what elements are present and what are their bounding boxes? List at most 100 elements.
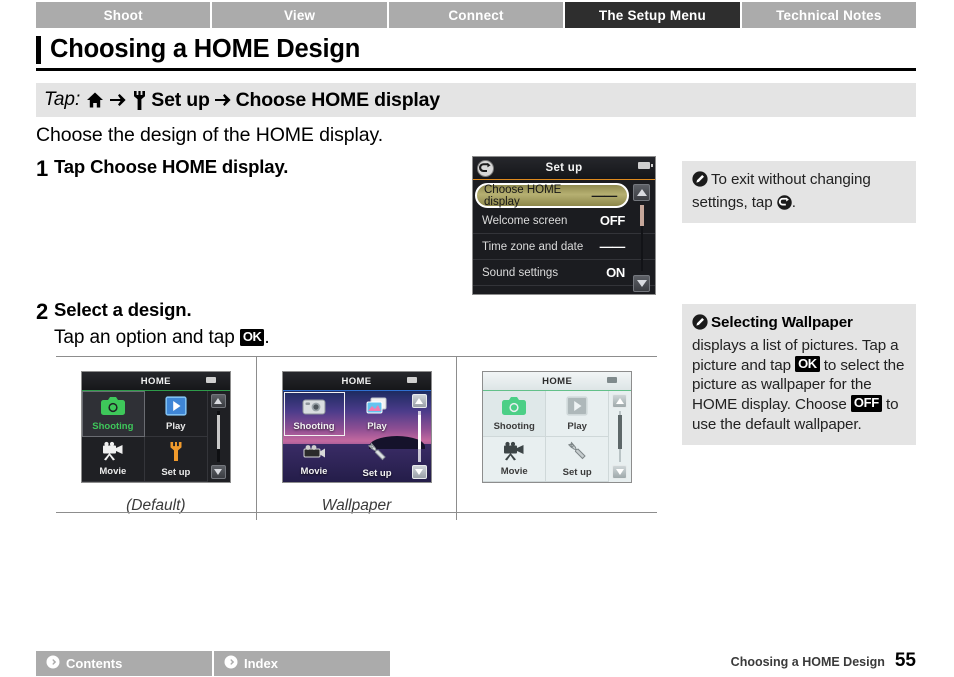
movie-camera-icon <box>501 441 527 464</box>
home-title: HOME <box>542 375 573 387</box>
home-tile-shooting[interactable]: Shooting <box>283 391 346 437</box>
home-tile-grid: Shooting Play Movie Set up <box>283 391 409 482</box>
menu-row-value: —— <box>599 239 626 254</box>
note-selecting-wallpaper: Selecting Wallpaper displays a list of p… <box>682 304 916 445</box>
menu-row-label: Time zone and date <box>482 240 584 253</box>
home-tile-play[interactable]: Play <box>546 391 610 437</box>
footer-contents-button[interactable]: Contents <box>36 651 212 676</box>
tab-view[interactable]: View <box>212 2 387 28</box>
home-tile-movie[interactable]: Movie <box>483 436 547 482</box>
design-caption-light <box>457 492 657 520</box>
step-number: 1 <box>36 156 49 181</box>
menu-row-value: OFF <box>599 213 625 228</box>
step-1-heading: Tap Choose HOME display. <box>54 156 288 178</box>
step-2-subtext: Tap an option and tap OK. <box>54 327 270 349</box>
tab-shoot[interactable]: Shoot <box>36 2 211 28</box>
play-icon <box>165 395 187 419</box>
tab-connect[interactable]: Connect <box>388 2 564 28</box>
ok-badge-icon: OK <box>795 355 820 373</box>
design-cell-light: HOME Shooting Play Movie Set up <box>457 357 657 492</box>
scroll-thumb[interactable] <box>417 415 421 449</box>
scroll-up-icon[interactable] <box>411 394 427 408</box>
note-bold-lead: Selecting Wallpaper <box>711 314 853 331</box>
battery-icon <box>607 377 618 383</box>
wrench-icon <box>167 441 185 465</box>
scroll-thumb[interactable] <box>618 415 622 449</box>
tab-the-setup-menu[interactable]: The Setup Menu <box>565 2 740 28</box>
home-tile-setup[interactable]: Set up <box>546 436 610 482</box>
home-tile-setup[interactable]: Set up <box>144 436 208 482</box>
off-badge-icon: OFF <box>850 395 882 412</box>
lcd-title: Set up <box>545 162 583 174</box>
home-tile-play[interactable]: Play <box>346 391 409 437</box>
scroll-down-icon[interactable] <box>633 275 650 292</box>
menu-row-value: —— <box>591 188 618 203</box>
home-design-table: HOME Shooting Play Movie Set up HOME Sho… <box>56 356 657 520</box>
scroll-down-icon[interactable] <box>411 465 427 479</box>
camera-icon <box>301 396 327 419</box>
menu-row-value: ON <box>606 265 625 280</box>
footer-page-info: Choosing a HOME Design 55 <box>731 650 916 672</box>
arrow-right-icon <box>109 92 127 108</box>
arrow-circle-icon <box>46 655 60 672</box>
wrench-icon <box>565 440 589 465</box>
home-design-captions: (Default) Wallpaper <box>56 492 657 520</box>
scroll-up-icon[interactable] <box>633 184 650 201</box>
lcd-scrollbar[interactable] <box>629 180 655 294</box>
camera-icon <box>501 396 527 419</box>
home-scrollbar[interactable] <box>409 391 431 482</box>
home-tile-movie[interactable]: Movie <box>81 436 145 482</box>
page-title: Choosing a HOME Design <box>50 35 361 64</box>
home-tile-grid: Shooting Play Movie Set up <box>483 391 610 482</box>
tab-technical-notes[interactable]: Technical Notes <box>741 2 917 28</box>
home-tile-label: Play <box>567 420 587 432</box>
home-scrollbar[interactable] <box>208 391 230 482</box>
camera-setup-menu-screenshot: Set up Choose HOME display —— Welcome sc… <box>472 156 656 295</box>
home-tile-label: Movie <box>99 466 127 477</box>
home-tile-shooting[interactable]: Shooting <box>81 391 145 437</box>
menu-row-sound-settings[interactable]: Sound settings ON <box>473 260 655 286</box>
ok-badge-icon: OK <box>239 329 265 346</box>
scroll-up-icon[interactable] <box>612 394 628 408</box>
footer-index-button[interactable]: Index <box>214 651 390 676</box>
menu-row-welcome-screen[interactable]: Welcome screen OFF <box>473 208 655 234</box>
home-title-bar: HOME <box>282 372 431 391</box>
lcd-menu-rows: Choose HOME display —— Welcome screen OF… <box>473 180 655 286</box>
scroll-thumb[interactable] <box>640 205 644 226</box>
home-tile-label: Shooting <box>92 420 134 432</box>
home-title: HOME <box>341 375 372 387</box>
menu-row-time-zone-and-date[interactable]: Time zone and date —— <box>473 234 655 260</box>
home-tile-label: Set up <box>562 467 592 478</box>
step-1: 1 Tap Choose HOME display. <box>36 156 288 182</box>
footer-contents-label: Contents <box>66 656 123 671</box>
menu-row-label: Choose HOME display <box>484 183 562 208</box>
arrow-circle-icon <box>224 655 238 672</box>
step-2-sub-prefix: Tap an option and tap <box>54 327 240 348</box>
tap-path-label: Tap: <box>44 89 81 110</box>
scroll-down-icon[interactable] <box>210 465 226 479</box>
home-tile-movie[interactable]: Movie <box>283 437 346 483</box>
home-tile-label: Movie <box>300 465 328 477</box>
back-arrow-icon <box>776 195 792 210</box>
scroll-down-icon[interactable] <box>612 465 628 479</box>
home-scrollbar[interactable] <box>609 391 631 482</box>
home-title-bar: HOME <box>483 372 632 391</box>
back-arrow-icon[interactable] <box>477 160 494 177</box>
design-caption-wallpaper: Wallpaper <box>257 492 458 520</box>
scroll-thumb[interactable] <box>216 415 221 449</box>
note-text-end: . <box>791 193 796 211</box>
home-tile-play[interactable]: Play <box>144 391 208 437</box>
home-title-bar: HOME <box>81 372 230 391</box>
home-tile-label: Set up <box>362 467 392 479</box>
tap-path-target: Choose HOME display <box>235 88 440 111</box>
footer-index-label: Index <box>244 656 278 671</box>
scroll-up-icon[interactable] <box>210 394 226 408</box>
home-tile-label: Shooting <box>493 420 535 432</box>
battery-icon <box>205 377 216 383</box>
home-tile-setup[interactable]: Set up <box>346 437 409 483</box>
battery-icon <box>406 377 417 383</box>
chapter-tab-bar: Shoot View Connect The Setup Menu Techni… <box>36 2 917 28</box>
page-title-block: Choosing a HOME Design <box>36 32 916 68</box>
menu-row-choose-home-display[interactable]: Choose HOME display —— <box>475 183 629 208</box>
home-tile-shooting[interactable]: Shooting <box>483 391 547 437</box>
